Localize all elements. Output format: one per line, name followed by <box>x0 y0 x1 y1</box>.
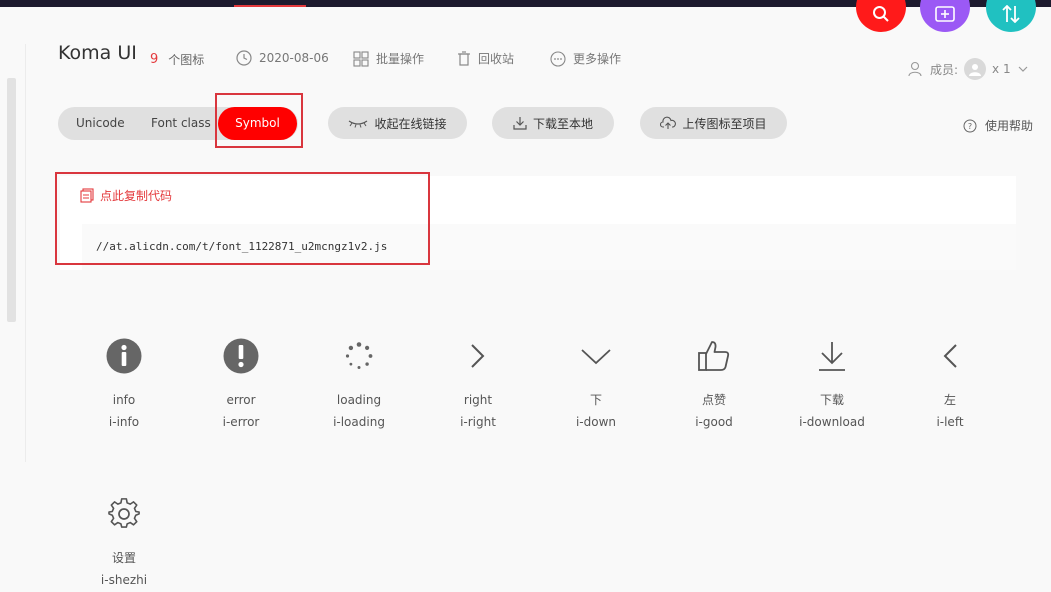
icon-name: error <box>226 393 256 407</box>
clock-icon <box>236 50 252 66</box>
search-button[interactable] <box>856 0 906 32</box>
sort-arrows-icon <box>1002 5 1020 23</box>
download-local-button[interactable]: 下载至本地 <box>492 107 614 139</box>
trash-label: 回收站 <box>478 52 515 66</box>
icon-count: 9 个图标 <box>150 51 204 68</box>
icon-class: i-good <box>695 415 733 429</box>
icon-name: 设置 <box>111 551 136 565</box>
more-operations-label: 更多操作 <box>573 52 622 66</box>
download-local-label: 下载至本地 <box>532 116 593 131</box>
chevron-left-icon <box>943 344 957 368</box>
icon-class: i-left <box>936 415 964 429</box>
chevron-right-icon <box>471 344 485 368</box>
icon-card-loading[interactable]: loading i-loading <box>300 336 418 433</box>
help-link[interactable]: ? 使用帮助 <box>963 117 1033 134</box>
highlight-box-code <box>55 172 430 265</box>
more-dots-icon <box>550 50 566 67</box>
icon-count-number: 9 <box>150 52 159 67</box>
icon-name: loading <box>336 393 382 407</box>
add-box-icon <box>935 6 955 22</box>
sidebar-scrollbar[interactable] <box>7 78 16 322</box>
batch-operation-link[interactable]: 批量操作 <box>353 50 424 67</box>
sidebar-divider <box>25 44 26 462</box>
icon-card-right[interactable]: right i-right <box>419 336 537 433</box>
icon-card-left[interactable]: 左 i-left <box>891 336 1009 433</box>
icon-card-good[interactable]: 点赞 i-good <box>655 336 773 433</box>
avatar[interactable] <box>964 58 987 80</box>
members-label: 成员: <box>930 62 959 77</box>
trash-link[interactable]: 回收站 <box>457 50 514 67</box>
search-icon <box>873 6 889 22</box>
user-avatar-icon <box>969 64 982 76</box>
icon-name: info <box>112 393 136 407</box>
icon-name: right <box>463 393 493 407</box>
trash-icon <box>458 50 470 66</box>
more-operations-link[interactable]: 更多操作 <box>550 50 621 67</box>
download-icon <box>819 342 845 371</box>
icon-class: i-download <box>799 415 865 429</box>
icon-card-down[interactable]: 下 i-down <box>537 336 655 433</box>
exclamation-circle-icon <box>223 338 259 374</box>
icon-class: i-info <box>108 415 140 429</box>
chevron-down-icon <box>1018 66 1028 72</box>
help-label: 使用帮助 <box>985 119 1034 133</box>
members-selector[interactable]: 成员: x 1 <box>908 58 1029 80</box>
icon-class: i-loading <box>333 415 385 429</box>
cloud-upload-icon <box>660 116 677 129</box>
batch-operation-label: 批量操作 <box>376 52 425 66</box>
download-icon <box>513 117 527 130</box>
icon-count-label: 个图标 <box>168 53 205 67</box>
project-date: 2020-08-06 <box>236 50 329 66</box>
highlight-box-tab <box>215 93 303 148</box>
icon-name: 点赞 <box>701 393 726 407</box>
icon-class: i-shezhi <box>100 573 148 587</box>
icon-name: 下 <box>589 393 602 407</box>
info-circle-icon <box>106 338 142 374</box>
collapse-online-link-button[interactable]: 收起在线链接 <box>328 107 467 139</box>
icon-card-shezhi[interactable]: 设置 i-shezhi <box>65 494 183 591</box>
tab-unicode[interactable]: Unicode <box>76 107 125 140</box>
icon-name: 左 <box>943 393 956 407</box>
icon-class: i-error <box>222 415 260 429</box>
collapse-online-link-label: 收起在线链接 <box>374 116 447 131</box>
loading-spinner-icon <box>345 342 373 369</box>
icon-card-error[interactable]: error i-error <box>182 336 300 433</box>
svg-text:?: ? <box>968 122 972 131</box>
icon-class: i-down <box>575 415 617 429</box>
active-nav-indicator <box>234 5 306 7</box>
sort-button[interactable] <box>986 0 1036 32</box>
add-project-button[interactable] <box>920 0 970 32</box>
icon-class: i-right <box>460 415 496 429</box>
tab-font-class[interactable]: Font class <box>151 107 211 140</box>
eye-closed-icon <box>349 120 368 128</box>
gear-icon <box>108 498 140 528</box>
icon-name: 下载 <box>819 393 844 407</box>
project-date-text: 2020-08-06 <box>259 51 329 65</box>
thumbs-up-icon <box>698 341 730 371</box>
chevron-down-icon <box>581 349 611 365</box>
upload-to-project-button[interactable]: 上传图标至项目 <box>640 107 787 139</box>
batch-grid-icon <box>353 50 369 67</box>
help-circle-icon: ? <box>963 119 977 132</box>
members-count: x 1 <box>992 62 1011 76</box>
upload-to-project-label: 上传图标至项目 <box>682 116 767 131</box>
members-icon <box>908 61 922 77</box>
icon-card-info[interactable]: info i-info <box>65 336 183 433</box>
project-title: Koma UI <box>58 42 137 64</box>
icon-card-download[interactable]: 下载 i-download <box>773 336 891 433</box>
